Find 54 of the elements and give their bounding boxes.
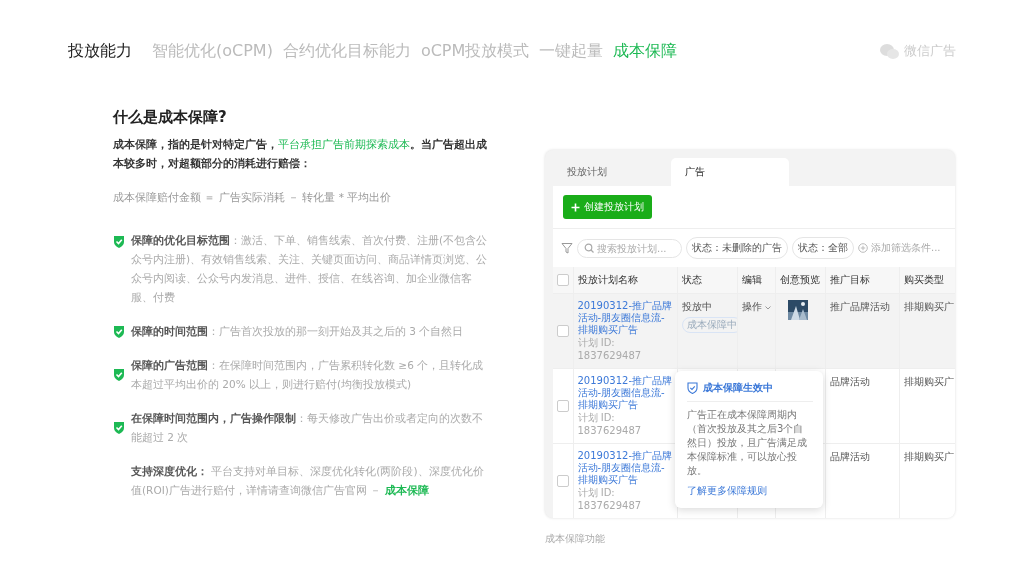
plan-name-link[interactable]: 20190312-推广品牌活动-朋友圈信息流-排期购买广告 [577,300,673,336]
plan-name-link[interactable]: 20190312-推广品牌活动-朋友圈信息流-排期购买广告 [577,375,673,411]
shield-check-icon [113,368,125,382]
bullet-text: 在保障时间范围内，广告操作限制：每天修改广告出价或者定向的次数不能超过 2 次 [131,411,484,445]
plus-circle-icon [858,243,868,253]
plan-id: 计划 ID: 1837629487 [577,486,643,512]
checkbox[interactable] [557,274,569,286]
operate-dropdown[interactable]: 操作 [741,300,771,314]
official-site-link[interactable]: 成本保障 [384,484,429,496]
bullet-text: 保障的时间范围：广告首次投放的那一刻开始及其之后的 3 个自然日 [131,324,464,339]
shield-check-icon [113,421,125,435]
column-header: 创意预览 [775,267,825,294]
create-plan-button[interactable]: 创建投放计划 [563,195,652,219]
intro-paragraph: 成本保障，指的是针对特定广告，平台承担广告前期探索成本。当广告超出成本较多时，对超额部分的消耗进行赔偿： [113,137,488,171]
rules-link[interactable]: 了解更多保障规则 [687,484,813,498]
checkbox[interactable] [557,400,569,412]
table-cell: 排期购买广 [899,443,955,518]
table-cell: 排期购买广 [899,293,955,369]
column-header: 投放计划名称 [573,267,677,294]
bullet-text: 支持深度优化： 平台支持对单目标、深度优化转化(两阶段)、深度优化价值(ROI)广告进行赔付，详情请查询微信广告官网 － 成本保障 [131,464,485,498]
tab[interactable]: 广告 [671,158,789,186]
checkbox[interactable] [557,325,569,337]
shield-check-icon [687,382,698,394]
table-cell: 推广品牌活动 [825,293,899,369]
caret-icon [764,304,771,310]
search-icon [584,243,594,253]
image-caption: 成本保障功能 [545,532,606,546]
popover-title: 成本保障生效中 [703,381,773,395]
add-filter-link[interactable]: 添加筛选条件... [858,241,941,255]
section-heading: 投放能力 [68,40,132,62]
status-text: 投放中 [681,300,713,314]
table-cell: 品牌活动 [825,368,899,444]
column-header: 编辑 [737,267,775,294]
table-cell: 品牌活动 [825,443,899,518]
formula-text: 成本保障赔付金额 ＝ 广告实际消耗 － 转化量 * 平均出价 [113,191,393,205]
filter-icon [561,242,573,254]
plus-icon [571,202,580,212]
plan-id: 计划 ID: 1837629487 [577,411,643,437]
chat-bubbles-icon [879,42,899,60]
popover-text: 广告正在成本保障周期内（首次投放及其之后3个自然日）投放，且广告满足成本保障标准，可以放心投放。 [687,408,808,478]
shield-check-icon [113,324,125,339]
plan-id: 计划 ID: 1837629487 [577,336,643,362]
plan-name-link[interactable]: 20190312-推广品牌活动-朋友圈信息流-排期购买广告 [577,450,673,486]
bullet-text: 保障的优化目标范围：激活、下单、销售线索、首次付费、注册(不包含公众号内注册)、有效销售线索、关注、关键页面访问、商品详情页浏览、公众号内阅读、公众号内发消息、进件、授信、在线咨询、加企业微信客服、付费 [131,233,488,305]
table-cell: 排期购买广 [899,368,955,444]
column-header: 推广目标 [825,267,899,294]
nav-tab[interactable]: 成本保障 [613,40,678,62]
shield-check-icon [113,235,125,249]
column-header: 购买类型 [899,267,955,294]
column-header: 状态 [677,267,737,294]
section-title: 什么是成本保障? [113,108,228,127]
checkbox[interactable] [557,475,569,487]
bullet-text: 保障的广告范围：在保障时间范围内，广告累积转化数 ≥6 个，且转化成本超过平均出价的 20% 以上，则进行赔付(均衡投放模式) [131,358,485,392]
tab[interactable]: 投放计划 [553,158,671,186]
